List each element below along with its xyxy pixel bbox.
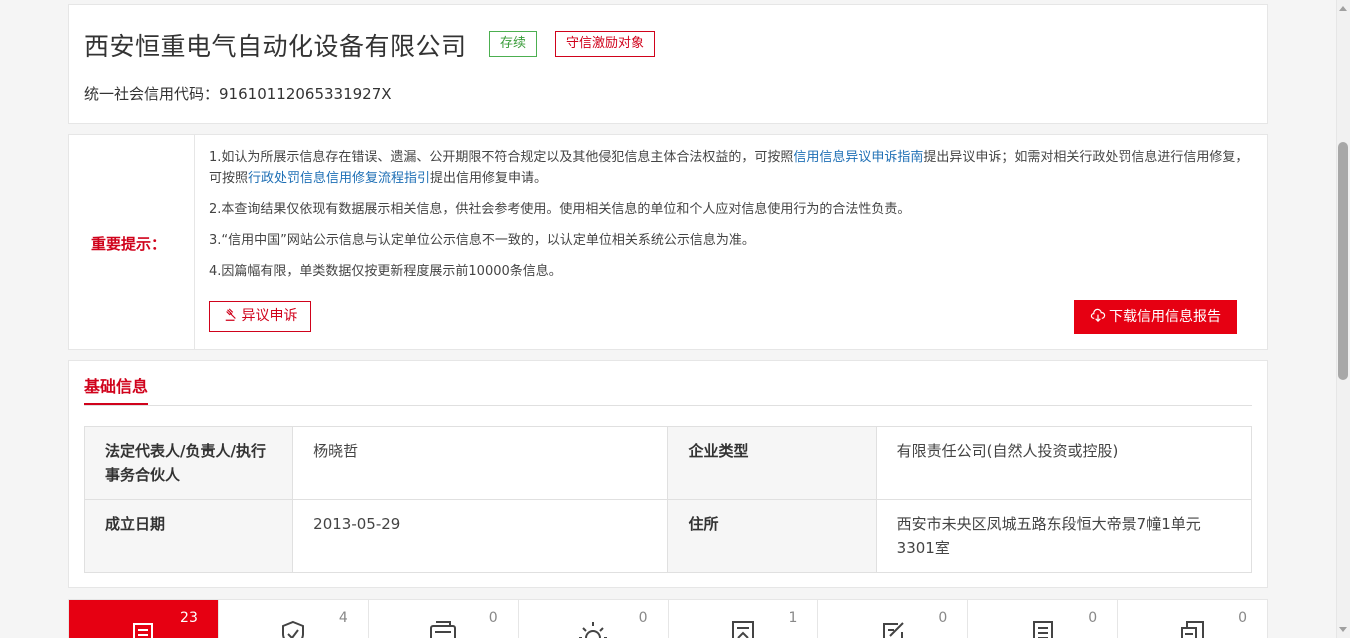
objection-button[interactable]: 异议申诉 — [209, 301, 311, 332]
scrollbar-thumb[interactable] — [1338, 142, 1348, 380]
tab-divider — [84, 405, 1252, 406]
category-count: 0 — [938, 610, 948, 626]
download-button-label: 下载信用信息报告 — [1109, 309, 1221, 325]
objection-guide-link[interactable]: 信用信息异议申诉指南 — [793, 150, 923, 165]
basic-info-table: 法定代表人/负责人/执行事务合伙人 杨晓哲 企业类型 有限责任公司(自然人投资或… — [83, 426, 1253, 573]
scroll-down-arrow[interactable] — [1339, 627, 1347, 632]
files-icon — [1180, 621, 1204, 638]
category-tab-8[interactable]: 0 — [1118, 600, 1267, 638]
tab-basic-info[interactable]: 基础信息 — [84, 373, 148, 397]
vertical-scrollbar[interactable] — [1336, 0, 1350, 638]
legal-rep-value: 杨晓哲 — [292, 426, 669, 500]
category-tab-2[interactable]: 4 — [219, 600, 369, 638]
category-count: 4 — [338, 610, 348, 626]
enterprise-type-value: 有限责任公司(自然人投资或控股) — [875, 426, 1253, 500]
certificate-icon — [731, 621, 754, 638]
status-badge: 存续 — [489, 31, 538, 57]
company-name: 西安恒重电气自动化设备有限公司 — [84, 32, 467, 61]
credit-code-row: 统一社会信用代码：91610112065331927X — [84, 83, 392, 104]
category-tab-7[interactable]: 0 — [968, 600, 1119, 638]
address-label: 住所 — [667, 499, 877, 573]
category-count: 23 — [180, 610, 198, 626]
notice-label-cell: 重要提示： — [69, 135, 195, 349]
category-tab-5[interactable]: 1 — [669, 600, 819, 638]
table-row: 法定代表人/负责人/执行事务合伙人 杨晓哲 企业类型 有限责任公司(自然人投资或… — [83, 426, 1253, 500]
basic-info-card: 基础信息 法定代表人/负责人/执行事务合伙人 杨晓哲 企业类型 有限责任公司(自… — [68, 360, 1268, 588]
category-tab-1[interactable]: 23 — [69, 600, 219, 638]
download-report-button[interactable]: 下载信用信息报告 — [1074, 300, 1237, 334]
notice-line-2: 2.本查询结果仅依现有数据展示相关信息，供社会参考使用。使用相关信息的单位和个人… — [209, 202, 911, 217]
category-tab-6[interactable]: 0 — [818, 600, 969, 638]
notice-line-1-text-a: 1.如认为所展示信息存在错误、遗漏、公开期限不符合规定以及其他侵犯信息主体合法权… — [209, 150, 794, 165]
category-tab-3[interactable]: 0 — [369, 600, 519, 638]
gavel-icon — [225, 308, 236, 321]
established-date-label: 成立日期 — [83, 499, 294, 573]
enterprise-type-label: 企业类型 — [667, 426, 877, 500]
shield-check-icon — [282, 620, 305, 638]
category-count: 0 — [1238, 610, 1247, 626]
category-tab-4[interactable]: 0 — [519, 600, 669, 638]
notice-line-3: 3.“信用中国”网站公示信息与认定单位公示信息不一致的，以认定单位相关系统公示信… — [209, 233, 755, 248]
id-card-icon — [430, 621, 457, 638]
category-count: 1 — [788, 610, 798, 626]
objection-button-label: 异议申诉 — [241, 308, 298, 324]
edit-form-icon — [882, 622, 904, 638]
notice-line-1-text-c: 提出信用修复申请。 — [430, 171, 548, 186]
important-notice-card: 重要提示： 1.如认为所展示信息存在错误、遗漏、公开期限不符合规定以及其他侵犯信… — [68, 134, 1268, 350]
document-icon — [1032, 621, 1053, 638]
notice-line-1: 1.如认为所展示信息存在错误、遗漏、公开期限不符合规定以及其他侵犯信息主体合法权… — [209, 147, 1249, 189]
established-date-value: 2013-05-29 — [292, 499, 669, 573]
credit-repair-guide-link[interactable]: 行政处罚信息信用修复流程指引 — [248, 171, 430, 186]
lightbulb-icon — [579, 622, 608, 638]
table-row: 成立日期 2013-05-29 住所 西安市未央区凤城五路东段恒大帝景7幢1单元… — [83, 499, 1253, 573]
incentive-badge: 守信激励对象 — [555, 31, 656, 57]
category-count: 0 — [488, 610, 498, 626]
credit-code-value: 91610112065331927X — [219, 85, 392, 103]
category-tabs: 23 4 0 0 1 0 0 0 — [68, 599, 1268, 638]
address-value: 西安市未央区凤城五路东段恒大帝景7幢1单元3301室 — [875, 499, 1253, 573]
credit-code-label: 统一社会信用代码： — [84, 85, 220, 103]
company-header-card: 西安恒重电气自动化设备有限公司 存续 守信激励对象 统一社会信用代码：91610… — [68, 4, 1268, 124]
category-count: 0 — [638, 610, 648, 626]
cloud-download-icon — [1090, 308, 1106, 322]
legal-rep-label: 法定代表人/负责人/执行事务合伙人 — [83, 426, 294, 500]
scroll-up-arrow[interactable] — [1339, 6, 1347, 11]
notice-line-4: 4.因篇幅有限，单类数据仅按更新程度展示前10000条信息。 — [209, 264, 562, 279]
notice-label: 重要提示： — [91, 235, 167, 253]
document-list-icon — [133, 623, 154, 638]
category-count: 0 — [1088, 610, 1098, 626]
notice-body: 1.如认为所展示信息存在错误、遗漏、公开期限不符合规定以及其他侵犯信息主体合法权… — [209, 147, 1249, 292]
